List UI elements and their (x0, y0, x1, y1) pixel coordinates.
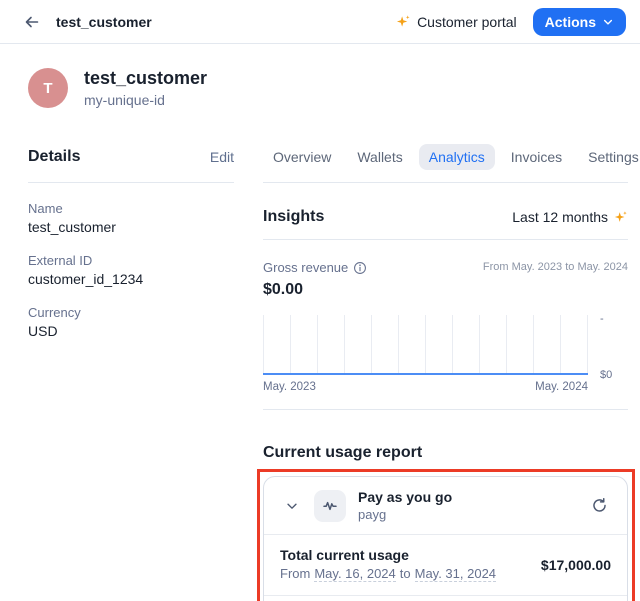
customer-unique-id: my-unique-id (84, 92, 207, 108)
total-usage-row: Total current usage From May. 16, 2024 t… (264, 534, 627, 595)
avatar-initial: T (43, 80, 52, 97)
chevron-down-icon (602, 16, 614, 28)
usage-item-row: Tokens openai_tokens (264, 595, 627, 601)
customer-page: test_customer Customer portal Actions T … (0, 0, 640, 601)
y-tick-zero: $0 (600, 369, 612, 381)
chart-gridline (317, 315, 318, 373)
info-icon[interactable] (353, 261, 367, 275)
total-usage-amount: $17,000.00 (541, 557, 611, 573)
chart-gridline (506, 315, 507, 373)
customer-name: test_customer (84, 68, 207, 89)
customer-identity: test_customer my-unique-id (84, 68, 207, 108)
chart-gridline (290, 315, 291, 373)
chevron-down-icon (285, 499, 299, 513)
sparkle-icon (614, 210, 628, 224)
chart-y-axis: - $0 (588, 315, 628, 375)
tab-wallets[interactable]: Wallets (347, 144, 412, 170)
detail-field-currency: Currency USD (28, 305, 234, 339)
field-label: Name (28, 201, 234, 216)
chart-gridline (371, 315, 372, 373)
actions-button[interactable]: Actions (533, 8, 626, 36)
total-usage-label: Total current usage (280, 547, 496, 563)
collapse-button[interactable] (280, 494, 304, 518)
period-label: Last 12 months (512, 209, 608, 225)
tabs-divider (263, 182, 628, 183)
refresh-button[interactable] (587, 494, 611, 518)
usage-card-header[interactable]: Pay as you go payg (264, 477, 627, 534)
chart-gridline (452, 315, 453, 373)
field-value: customer_id_1234 (28, 271, 234, 287)
refresh-icon (591, 497, 608, 514)
page-title: test_customer (56, 14, 152, 30)
tab-bar: Overview Wallets Analytics Invoices Sett… (263, 142, 628, 172)
detail-field-external-id: External ID customer_id_1234 (28, 253, 234, 287)
y-tick-max: - (600, 313, 604, 325)
chart-gridline (560, 315, 561, 373)
avatar: T (28, 68, 68, 108)
tab-overview[interactable]: Overview (263, 144, 341, 170)
insights-title: Insights (263, 208, 324, 226)
customer-portal-label: Customer portal (417, 14, 517, 30)
pulse-icon (322, 498, 338, 514)
insights-divider (263, 239, 628, 240)
period-to-label: to (400, 566, 411, 582)
back-button[interactable] (18, 8, 46, 36)
arrow-left-icon (24, 14, 40, 30)
gross-revenue-value: $0.00 (263, 281, 628, 299)
chart-gridline (263, 315, 264, 373)
plan-icon (314, 490, 346, 522)
usage-card: Pay as you go payg Total current usage (263, 476, 628, 601)
topbar-actions: Customer portal Actions (396, 8, 626, 36)
chart-gridline (398, 315, 399, 373)
details-panel: Details Edit Name test_customer External… (28, 142, 234, 601)
sparkle-icon (396, 14, 411, 29)
period-to-date[interactable]: May. 31, 2024 (415, 566, 496, 582)
field-label: External ID (28, 253, 234, 268)
period-from-label: From (280, 566, 310, 582)
chart-x-axis: May. 2023 May. 2024 (263, 381, 588, 393)
usage-period: From May. 16, 2024 to May. 31, 2024 (280, 566, 496, 582)
current-usage-title: Current usage report (263, 444, 628, 462)
chart-gridline (533, 315, 534, 373)
tab-invoices[interactable]: Invoices (501, 144, 572, 170)
analytics-panel: Overview Wallets Analytics Invoices Sett… (263, 142, 628, 601)
tab-settings[interactable]: Settings (578, 144, 640, 170)
plan-name: Pay as you go (358, 489, 452, 505)
tab-analytics[interactable]: Analytics (419, 144, 495, 170)
plan-texts: Pay as you go payg (358, 489, 452, 522)
chart-gridline (479, 315, 480, 373)
x-tick-start: May. 2023 (263, 381, 316, 393)
period-selector[interactable]: Last 12 months (512, 209, 628, 225)
customer-header: T test_customer my-unique-id (0, 44, 640, 142)
chart-date-range: From May. 2023 to May. 2024 (483, 260, 628, 273)
field-value: test_customer (28, 219, 234, 235)
field-label: Currency (28, 305, 234, 320)
main-content: Details Edit Name test_customer External… (0, 142, 640, 601)
gross-revenue-label: Gross revenue (263, 260, 348, 275)
chart-plot (263, 315, 588, 375)
gross-revenue-chart: - $0 (263, 315, 628, 375)
details-title: Details (28, 148, 80, 166)
customer-portal-link[interactable]: Customer portal (396, 14, 517, 30)
chart-gridlines (263, 315, 588, 373)
details-divider (28, 182, 234, 183)
plan-code: payg (358, 507, 452, 522)
x-tick-end: May. 2024 (535, 381, 588, 393)
field-value: USD (28, 323, 234, 339)
detail-field-name: Name test_customer (28, 201, 234, 235)
period-from-date[interactable]: May. 16, 2024 (314, 566, 395, 582)
top-bar: test_customer Customer portal Actions (0, 0, 640, 44)
actions-button-label: Actions (545, 14, 596, 30)
chart-gridline (344, 315, 345, 373)
edit-details-link[interactable]: Edit (210, 149, 234, 165)
chart-gridline (425, 315, 426, 373)
chart-divider (263, 409, 628, 410)
usage-card-wrapper: Pay as you go payg Total current usage (263, 476, 628, 601)
